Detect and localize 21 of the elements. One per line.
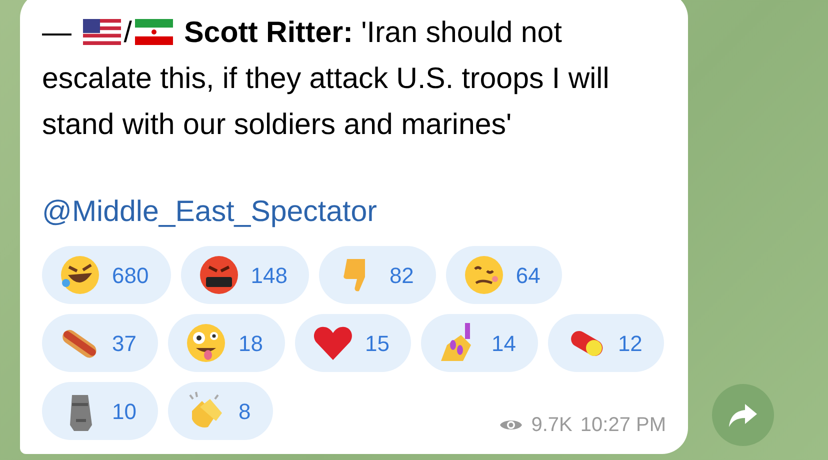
us-flag-icon (82, 19, 121, 45)
reaction-button[interactable]: 64 (446, 246, 562, 304)
reaction-button[interactable]: 82 (319, 246, 436, 304)
reaction-button[interactable]: 37 (42, 314, 158, 372)
message-text: Scott Ritter: 'Iran should not (184, 16, 562, 49)
reaction-button[interactable]: 8 (168, 382, 273, 440)
message-text: escalate this, if they attack U.S. troops I will stand with our soldiers and marines' (42, 61, 610, 143)
message-time: 10:27 PM (580, 413, 666, 438)
reaction-button[interactable]: 12 (548, 314, 664, 372)
channel-link[interactable]: @Middle_East_Spectator (42, 195, 377, 228)
share-icon (728, 402, 758, 428)
reaction-button[interactable]: 10 (42, 382, 158, 440)
reaction-button[interactable]: 14 (421, 314, 538, 372)
view-count: 9.7K (531, 413, 572, 438)
dash-text: — (42, 16, 72, 49)
reaction-button[interactable]: 148 (180, 246, 310, 304)
slash-text: / (124, 16, 132, 49)
reaction-button[interactable]: 680 (42, 246, 171, 304)
reaction-button[interactable]: 15 (294, 314, 412, 372)
iran-flag-icon (134, 19, 173, 45)
reaction-button[interactable]: 18 (168, 314, 285, 372)
